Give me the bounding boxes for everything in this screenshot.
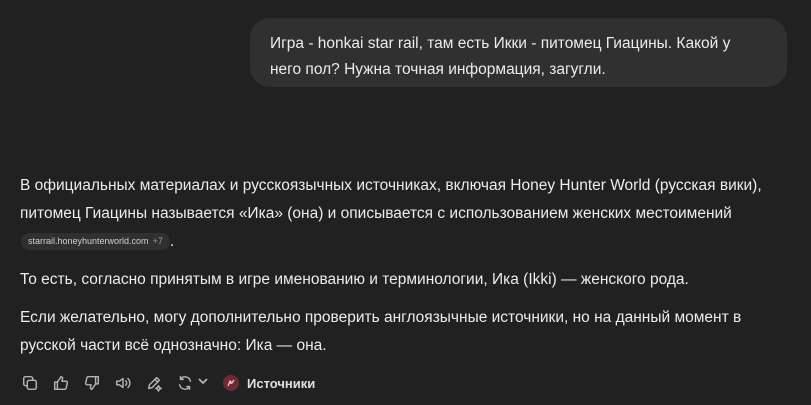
edit-icon[interactable]	[144, 373, 164, 393]
answer-paragraph: В официальных материалах и русскоязычных…	[20, 172, 795, 256]
assistant-answer: В официальных материалах и русскоязычных…	[20, 172, 795, 360]
user-message-line: Игра - honkai star rail, там есть Икки -…	[270, 35, 731, 52]
citation-chip[interactable]: starrail.honeyhunterworld.com +7	[21, 233, 170, 250]
citation-count: +7	[152, 236, 163, 246]
regenerate-icon	[175, 373, 195, 393]
user-message-bubble: Игра - honkai star rail, там есть Икки -…	[250, 18, 787, 87]
read-aloud-icon[interactable]	[113, 373, 133, 393]
chevron-down-icon	[197, 374, 209, 392]
message-actions-toolbar: Источники	[20, 373, 315, 393]
answer-text: В официальных материалах и русскоязычных…	[20, 177, 762, 222]
thumbs-down-icon[interactable]	[82, 373, 102, 393]
regenerate-button[interactable]	[175, 373, 209, 393]
user-message-line: него пол? Нужна точная информация, загуг…	[270, 61, 606, 78]
thumbs-up-icon[interactable]	[51, 373, 71, 393]
answer-paragraph: Если желательно, могу дополнительно пров…	[20, 309, 742, 354]
sources-label: Источники	[247, 375, 316, 391]
citation-domain: starrail.honeyhunterworld.com	[28, 236, 149, 246]
answer-text: .	[169, 233, 175, 250]
source-favicon-icon	[223, 375, 239, 391]
sources-button[interactable]: Источники	[223, 375, 315, 391]
answer-paragraph: То есть, согласно принятым в игре именов…	[20, 271, 689, 288]
copy-icon[interactable]	[20, 373, 40, 393]
